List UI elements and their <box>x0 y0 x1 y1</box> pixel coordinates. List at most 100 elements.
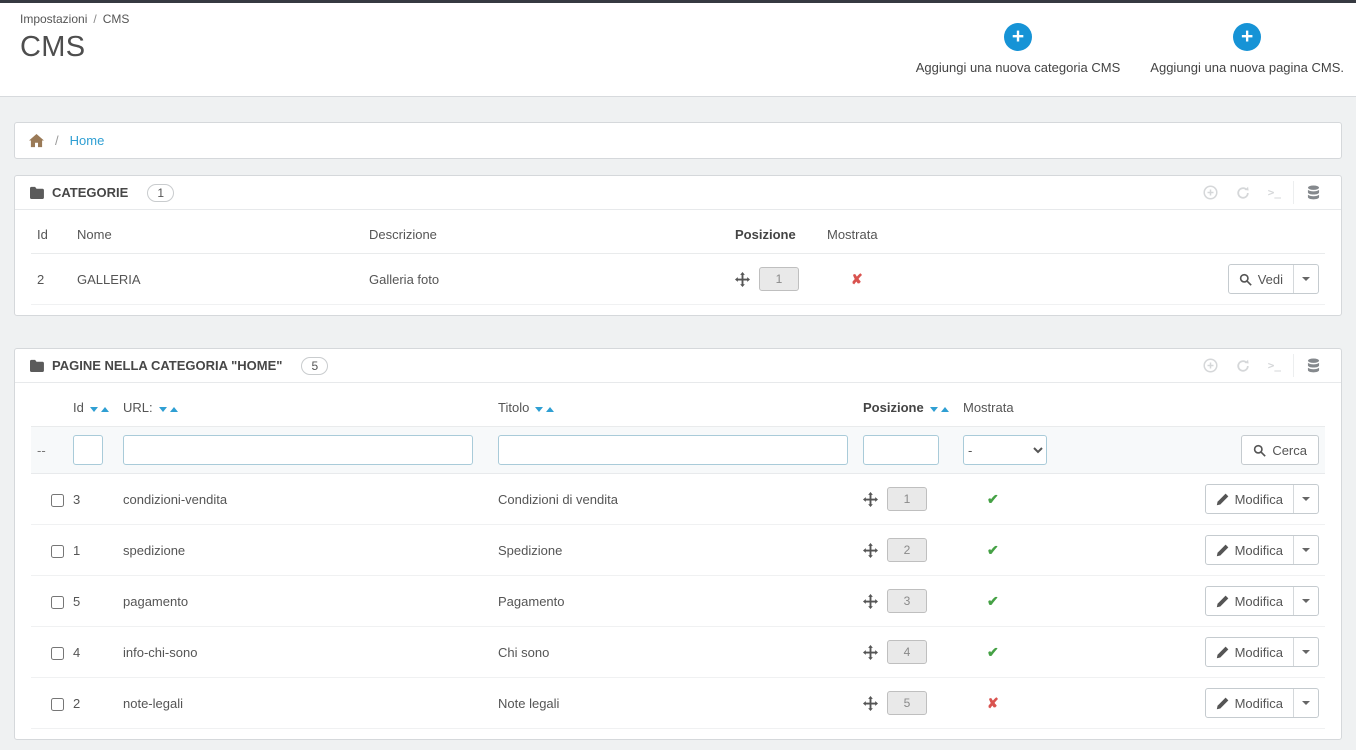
pages-count-badge: 5 <box>301 356 329 375</box>
status-icon: ✔ <box>987 592 999 609</box>
edit-dropdown-toggle[interactable] <box>1293 638 1318 666</box>
drag-handle-icon[interactable] <box>863 542 878 558</box>
page-url: info-chi-sono <box>117 626 492 678</box>
edit-button[interactable]: Modifica <box>1206 689 1293 717</box>
add-icon[interactable] <box>1194 354 1227 377</box>
page-id: 2 <box>67 677 117 729</box>
pages-table: Id URL: Titolo Posizione Mostrata -- - C… <box>31 387 1325 729</box>
drag-handle-icon[interactable] <box>863 695 878 711</box>
col-url: URL: <box>117 387 492 427</box>
drag-handle-icon[interactable] <box>863 593 878 609</box>
page-title-cell: Spedizione <box>492 524 857 576</box>
col-position: Posizione <box>729 214 821 254</box>
sort-desc-icon[interactable] <box>89 407 98 412</box>
row-checkbox[interactable] <box>51 544 64 558</box>
row-checkbox[interactable] <box>51 493 64 507</box>
nav-home-link[interactable]: Home <box>70 133 105 148</box>
sort-asc-icon[interactable] <box>546 407 555 412</box>
edit-button-group: Modifica <box>1204 535 1319 565</box>
col-shown: Mostrata <box>821 214 1141 254</box>
categories-panel-body: Id Nome Descrizione Posizione Mostrata 2… <box>15 210 1341 315</box>
breadcrumb-current: CMS <box>102 12 130 26</box>
sort-desc-icon[interactable] <box>535 407 544 412</box>
categories-count-badge: 1 <box>147 183 175 202</box>
pencil-icon <box>1216 646 1229 659</box>
drag-handle-icon[interactable] <box>863 644 878 660</box>
col-actions <box>1072 387 1325 427</box>
sort-desc-icon[interactable] <box>158 407 167 412</box>
refresh-icon[interactable] <box>1227 182 1259 204</box>
home-icon[interactable] <box>29 133 44 148</box>
category-row: 2 GALLERIA Galleria foto ✘ <box>31 253 1325 305</box>
page-title-cell: Note legali <box>492 677 857 729</box>
sort-id[interactable] <box>89 407 109 412</box>
col-name: Nome <box>71 214 363 254</box>
categories-title-text: CATEGORIE <box>52 185 129 200</box>
content-area: / Home CATEGORIE 1 >_ Id Nome Descrizion… <box>0 97 1356 750</box>
edit-dropdown-toggle[interactable] <box>1293 587 1318 615</box>
terminal-icon[interactable]: >_ <box>1259 182 1290 203</box>
drag-handle-icon[interactable] <box>735 271 750 287</box>
edit-button[interactable]: Modifica <box>1206 587 1293 615</box>
page-row: 3 condizioni-vendita Condizioni di vendi… <box>31 473 1325 525</box>
edit-button-label: Modifica <box>1234 491 1283 507</box>
sort-asc-icon[interactable] <box>100 407 109 412</box>
edit-dropdown-toggle[interactable] <box>1293 689 1318 717</box>
category-description: Galleria foto <box>363 253 729 305</box>
breadcrumb-parent-link[interactable]: Impostazioni <box>20 12 87 26</box>
sort-position[interactable] <box>929 407 949 412</box>
sort-asc-icon[interactable] <box>940 407 949 412</box>
terminal-icon[interactable]: >_ <box>1259 355 1290 376</box>
page-id: 5 <box>67 575 117 627</box>
status-icon: ✘ <box>987 694 999 711</box>
edit-button-label: Modifica <box>1234 695 1283 711</box>
edit-button[interactable]: Modifica <box>1206 536 1293 564</box>
header-actions: + Aggiungi una nuova categoria CMS + Agg… <box>910 23 1350 75</box>
categories-panel-tools: >_ <box>1194 181 1329 204</box>
add-category-button[interactable]: + Aggiungi una nuova categoria CMS <box>910 23 1127 75</box>
caret-down-icon <box>1302 650 1310 654</box>
edit-button[interactable]: Modifica <box>1206 638 1293 666</box>
sql-manager-icon[interactable] <box>1293 354 1329 377</box>
drag-handle-icon[interactable] <box>863 491 878 507</box>
view-button[interactable]: Vedi <box>1229 265 1293 293</box>
shown-filter-select[interactable]: - <box>963 435 1047 465</box>
page-url: note-legali <box>117 677 492 729</box>
sort-url[interactable] <box>158 407 178 412</box>
row-checkbox[interactable] <box>51 697 64 711</box>
sql-manager-icon[interactable] <box>1293 181 1329 204</box>
sort-asc-icon[interactable] <box>169 407 178 412</box>
page-row: 5 pagamento Pagamento ✔ Modifica <box>31 575 1325 627</box>
edit-button[interactable]: Modifica <box>1206 485 1293 513</box>
col-actions <box>1141 214 1325 254</box>
page-id: 1 <box>67 524 117 576</box>
row-checkbox[interactable] <box>51 595 64 609</box>
refresh-icon[interactable] <box>1227 355 1259 377</box>
col-position: Posizione <box>857 387 957 427</box>
sort-desc-icon[interactable] <box>929 407 938 412</box>
search-button[interactable]: Cerca <box>1241 435 1319 465</box>
pencil-icon <box>1216 697 1229 710</box>
caret-down-icon <box>1302 497 1310 501</box>
edit-dropdown-toggle[interactable] <box>1293 536 1318 564</box>
pencil-icon <box>1216 595 1229 608</box>
filter-url-input[interactable] <box>123 435 473 465</box>
page-id: 4 <box>67 626 117 678</box>
position-input <box>887 691 927 715</box>
add-icon[interactable] <box>1194 181 1227 204</box>
edit-dropdown-toggle[interactable] <box>1293 485 1318 513</box>
page-title-cell: Condizioni di vendita <box>492 473 857 525</box>
categories-panel-heading: CATEGORIE 1 >_ <box>15 176 1341 210</box>
view-dropdown-toggle[interactable] <box>1293 265 1318 293</box>
plus-circle-icon: + <box>1004 23 1033 51</box>
filter-id-input[interactable] <box>73 435 103 465</box>
category-id: 2 <box>31 253 71 305</box>
filter-title-input[interactable] <box>498 435 848 465</box>
page-row: 4 info-chi-sono Chi sono ✔ Modifica <box>31 626 1325 678</box>
filter-position-input[interactable] <box>863 435 939 465</box>
page-row: 2 note-legali Note legali ✘ Modifica <box>31 677 1325 729</box>
status-icon: ✔ <box>987 490 999 507</box>
sort-title[interactable] <box>535 407 555 412</box>
add-page-button[interactable]: + Aggiungi una nuova pagina CMS. <box>1144 23 1350 75</box>
row-checkbox[interactable] <box>51 646 64 660</box>
